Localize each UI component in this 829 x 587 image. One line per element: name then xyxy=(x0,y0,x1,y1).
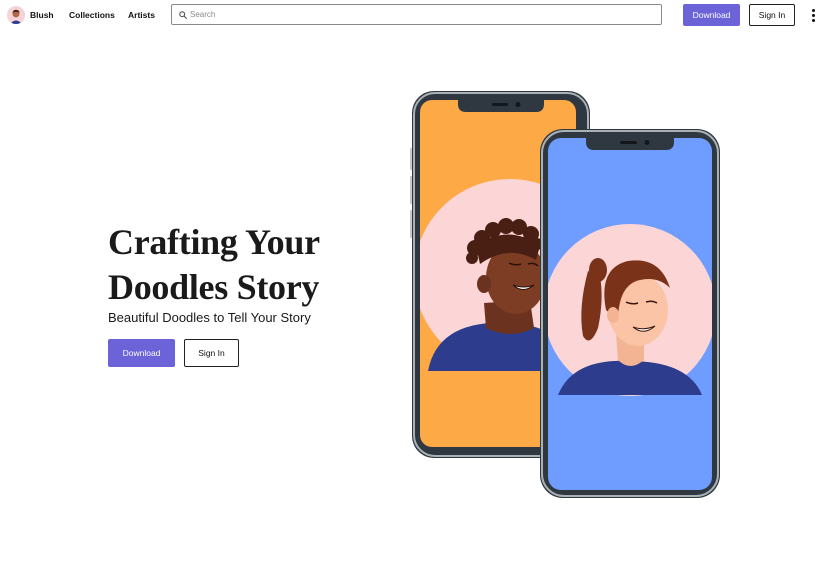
nav-collections[interactable]: Collections xyxy=(69,10,115,20)
hero-download-button[interactable]: Download xyxy=(108,339,175,367)
header-signin-button[interactable]: Sign In xyxy=(749,4,795,26)
search-icon xyxy=(179,11,187,19)
avatar-woman xyxy=(548,224,712,396)
hero-title: Crafting Your Doodles Story xyxy=(108,220,408,310)
avatar-logo-icon xyxy=(7,6,25,24)
search-input[interactable] xyxy=(190,7,650,22)
hero-phones-illustration xyxy=(410,91,720,498)
hero-signin-button[interactable]: Sign In xyxy=(184,339,239,367)
hero-title-line-2: Doodles Story xyxy=(108,267,320,307)
hero-subtitle: Beautiful Doodles to Tell Your Story xyxy=(108,310,311,325)
brand-logo[interactable] xyxy=(7,6,25,24)
header-download-button[interactable]: Download xyxy=(683,4,740,26)
search-box xyxy=(171,4,662,25)
nav-artists[interactable]: Artists xyxy=(128,10,155,20)
phone-front xyxy=(540,129,720,498)
hero-title-line-1: Crafting Your xyxy=(108,222,320,262)
top-nav-bar: Blush Collections Artists Download Sign … xyxy=(0,0,829,31)
more-options-icon[interactable] xyxy=(810,9,816,23)
brand-name[interactable]: Blush xyxy=(30,10,54,20)
